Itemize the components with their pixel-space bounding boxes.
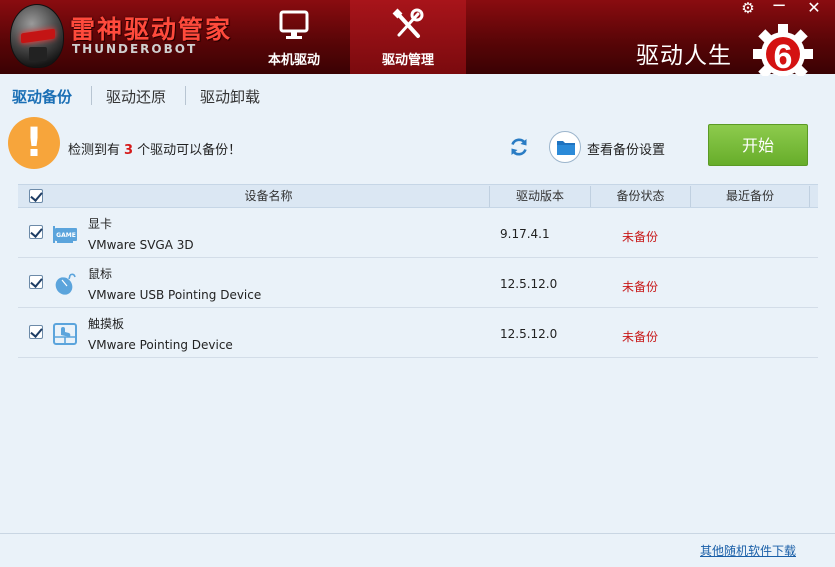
row-checkbox[interactable]: [29, 325, 43, 339]
svg-text:GAME: GAME: [56, 232, 76, 239]
backup-status: 未备份: [622, 230, 659, 244]
backup-notice: 检测到有 3 个驱动可以备份！: [68, 139, 241, 158]
column-backup-status: 备份状态: [616, 189, 665, 203]
close-button[interactable]: ✕: [803, 0, 825, 16]
refresh-icon[interactable]: [508, 136, 530, 158]
notice-count: 3: [124, 143, 134, 158]
title-bar: 雷神驱动管家 THUNDEROBOT 本机驱动 驱动管理 ⚙ − ✕ 驱动人生: [0, 0, 835, 76]
app-subtitle: THUNDEROBOT: [72, 42, 198, 56]
device-name: VMware Pointing Device: [88, 338, 233, 352]
backup-settings-button[interactable]: [549, 131, 581, 163]
backup-status: 未备份: [622, 280, 659, 294]
table-row[interactable]: 鼠标 VMware USB Pointing Device 12.5.12.0 …: [18, 258, 818, 308]
tab-local-drivers-label: 本机驱动: [267, 53, 320, 68]
driver-version: 9.17.4.1: [500, 227, 550, 241]
brand-name: 驱动人生: [636, 43, 732, 69]
device-category: 触摸板: [88, 317, 125, 331]
column-last-backup: 最近备份: [725, 189, 774, 203]
table-row[interactable]: GAME 显卡 VMware SVGA 3D 9.17.4.1 未备份: [18, 208, 818, 258]
folder-icon: [557, 141, 575, 155]
device-name: VMware USB Pointing Device: [88, 288, 262, 302]
driver-version: 12.5.12.0: [500, 277, 558, 291]
brand-gear-logo-icon: 6: [753, 24, 813, 76]
backup-status: 未备份: [622, 330, 659, 344]
subtab-driver-uninstall[interactable]: 驱动卸载: [200, 86, 260, 107]
driver-version: 12.5.12.0: [500, 327, 558, 341]
tab-driver-management-label: 驱动管理: [381, 53, 434, 68]
robot-helmet-icon: [10, 4, 64, 68]
tab-local-drivers[interactable]: 本机驱动: [236, 0, 352, 74]
backup-settings-link[interactable]: 查看备份设置: [587, 139, 665, 158]
notice-suffix: 个驱动可以备份！: [137, 143, 242, 158]
start-button[interactable]: 开始: [708, 124, 808, 166]
row-checkbox[interactable]: [29, 275, 43, 289]
touchpad-icon: [53, 323, 77, 345]
device-name: VMware SVGA 3D: [88, 238, 194, 252]
monitor-icon: [279, 10, 309, 39]
column-device-name: 设备名称: [244, 189, 293, 203]
subtab-divider: [185, 86, 186, 105]
row-checkbox[interactable]: [29, 225, 43, 239]
tab-driver-management[interactable]: 驱动管理: [350, 0, 466, 74]
other-software-download-link[interactable]: 其他随机软件下载: [700, 542, 796, 559]
app-title: 雷神驱动管家: [70, 15, 233, 44]
table-header: 设备名称 驱动版本 备份状态 最近备份: [18, 184, 818, 208]
subtab-driver-backup[interactable]: 驱动备份: [12, 86, 72, 107]
column-driver-version: 驱动版本: [515, 189, 564, 203]
brand-badge-number: 6: [774, 38, 793, 76]
device-category: 鼠标: [88, 267, 113, 281]
subtab-driver-restore[interactable]: 驱动还原: [106, 86, 166, 107]
warning-icon: !: [8, 117, 60, 169]
sub-tab-bar: 驱动备份 驱动还原 驱动卸载: [0, 74, 835, 116]
graphics-card-icon: GAME: [53, 226, 77, 243]
footer-divider: [0, 533, 835, 534]
select-all-checkbox[interactable]: [29, 189, 43, 203]
app-logo: 雷神驱动管家 THUNDEROBOT: [6, 2, 256, 70]
subtab-divider: [91, 86, 92, 105]
mouse-icon: [55, 273, 76, 295]
notice-prefix: 检测到有: [68, 143, 121, 158]
table-row[interactable]: 触摸板 VMware Pointing Device 12.5.12.0 未备份: [18, 308, 818, 358]
driver-table: 设备名称 驱动版本 备份状态 最近备份 GAME 显卡 VMware SVGA …: [18, 184, 818, 358]
device-category: 显卡: [88, 217, 113, 231]
settings-gear-button[interactable]: ⚙: [737, 0, 759, 16]
minimize-button[interactable]: −: [768, 0, 790, 15]
column-divider: [809, 186, 810, 207]
tools-icon: [392, 8, 424, 38]
